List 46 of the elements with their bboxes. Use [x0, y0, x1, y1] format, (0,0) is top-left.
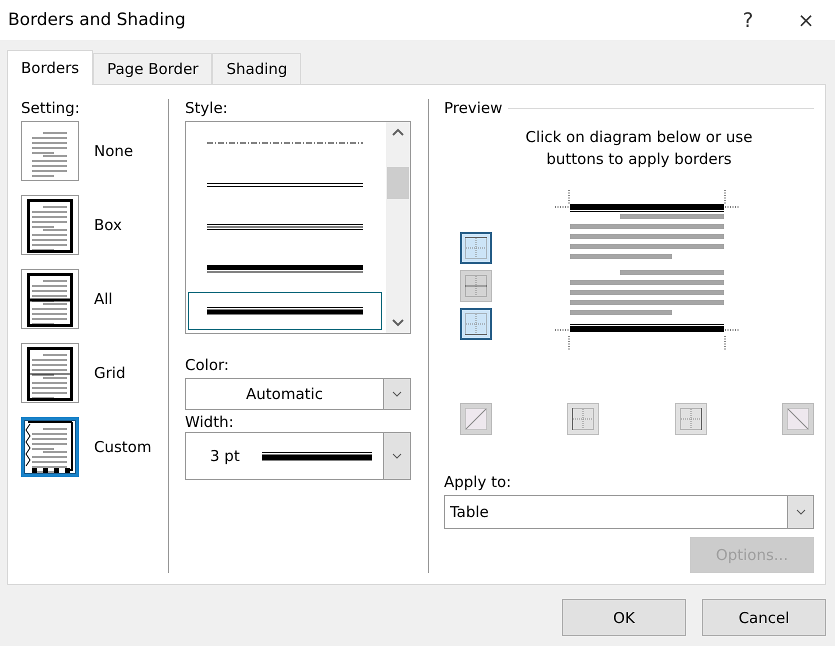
diagonal-up-icon — [462, 405, 490, 433]
style-list[interactable] — [185, 121, 411, 334]
line-sample-icon — [207, 306, 363, 316]
window-title: Borders and Shading — [8, 10, 187, 30]
width-label: Width: — [185, 413, 235, 432]
chevron-down-icon — [392, 453, 402, 459]
page-layout-icon — [24, 196, 76, 254]
page-layout-icon — [24, 270, 76, 328]
chevron-down-icon — [796, 509, 806, 515]
table-preview-drawing[interactable] — [555, 190, 741, 352]
page-layout-icon — [24, 418, 76, 476]
border-grid-icon — [462, 234, 490, 262]
scroll-down-icon[interactable] — [392, 319, 404, 327]
preview-label: Preview — [444, 99, 502, 117]
tab[interactable]: Borders — [7, 50, 94, 85]
scrollbar[interactable] — [386, 122, 410, 333]
close-button[interactable]: × — [777, 3, 835, 37]
color-dropdown[interactable]: Automatic — [185, 378, 411, 410]
setting-label: Setting: — [21, 99, 81, 119]
scrollbar-thumb[interactable] — [387, 166, 409, 198]
help-button[interactable]: ? — [719, 3, 777, 37]
border-grid-icon — [462, 310, 490, 338]
apply-to-dropdown[interactable]: Table — [444, 495, 814, 529]
border-toggle-button[interactable] — [567, 403, 600, 435]
line-sample-icon — [207, 264, 363, 274]
line-sample-icon — [207, 180, 363, 190]
setting-option[interactable]: Custom — [21, 417, 152, 477]
style-label: Style: — [185, 99, 229, 119]
border-toggle-button[interactable] — [460, 232, 492, 264]
color-label: Color: — [185, 356, 230, 376]
border-toggle-button[interactable] — [460, 308, 492, 340]
dialog-button[interactable]: Cancel — [702, 599, 826, 636]
scroll-up-icon[interactable] — [392, 128, 404, 136]
tab[interactable]: Shading — [212, 53, 302, 84]
apply-to-label: Apply to: — [444, 473, 512, 493]
line-sample-icon — [262, 452, 372, 460]
border-grid-icon — [462, 272, 490, 300]
tab[interactable]: Page Border — [93, 53, 212, 84]
line-style-option[interactable] — [188, 292, 382, 330]
border-toggle-button[interactable] — [674, 403, 707, 435]
page-layout-icon — [24, 344, 76, 402]
instruction-text: Click on diagram below or use buttons to apply borders — [524, 127, 754, 170]
line-sample-icon — [207, 222, 363, 232]
chevron-down-icon — [392, 391, 402, 397]
width-dropdown[interactable]: 3 pt — [185, 432, 411, 480]
dialog-button[interactable]: OK — [562, 599, 686, 636]
